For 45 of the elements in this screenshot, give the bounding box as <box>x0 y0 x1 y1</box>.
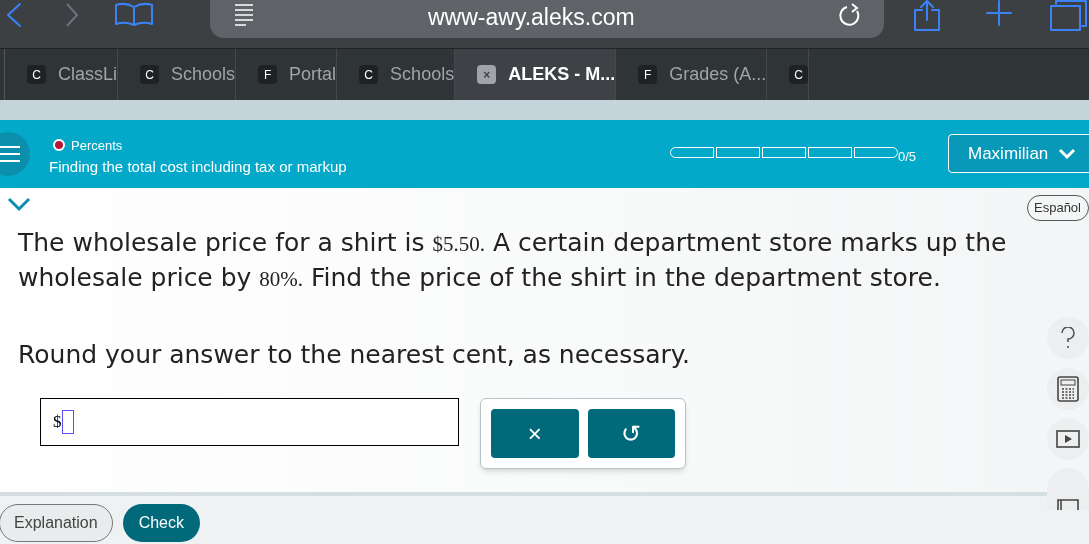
url-text: www-awy.aleks.com <box>428 3 635 32</box>
chevron-down-icon <box>1058 147 1077 160</box>
chevron-down-icon[interactable] <box>6 196 32 212</box>
favicon: C <box>359 65 379 84</box>
question-text: The wholesale price for a shirt is $5.50. A certain department store marks up the wholesale price by 80%. Find the price of the shirt in the department store. <box>18 227 1008 294</box>
favicon: C <box>140 65 160 84</box>
forward-icon[interactable] <box>64 2 80 28</box>
share-icon[interactable] <box>912 0 942 32</box>
book-icon <box>1056 498 1080 510</box>
favicon: C <box>27 65 46 84</box>
question-mark-icon <box>1060 327 1076 349</box>
tab-title: ClassLi <box>58 63 118 86</box>
glossary-button[interactable] <box>1047 468 1089 510</box>
favicon: × <box>477 65 497 84</box>
address-bar[interactable] <box>210 0 884 38</box>
back-icon[interactable] <box>4 2 24 28</box>
tab-title: Grades (A... <box>669 63 767 86</box>
explanation-button[interactable]: Explanation <box>0 504 113 542</box>
dollar-sign: $ <box>53 411 62 434</box>
tab-title: ALEKS - M... <box>508 63 616 86</box>
browser-tab[interactable]: × ALEKS - M... <box>455 49 617 100</box>
clear-button[interactable]: × <box>491 409 579 458</box>
topic-label: Percents <box>71 137 123 155</box>
favicon: C <box>789 65 809 84</box>
reader-icon[interactable] <box>232 2 256 26</box>
instruction-text: Round your answer to the nearest cent, as necessary. <box>18 339 691 371</box>
calculator-icon <box>1057 376 1079 402</box>
check-button[interactable]: Check <box>122 504 200 542</box>
video-button[interactable] <box>1047 418 1089 460</box>
topic-title: Finding the total cost including tax or markup <box>49 157 347 177</box>
tab-title: Schools <box>171 63 236 86</box>
favicon: F <box>638 65 658 84</box>
plus-icon[interactable] <box>986 0 1012 26</box>
help-button[interactable] <box>1047 317 1089 359</box>
calculator-button[interactable] <box>1047 368 1089 410</box>
reload-icon[interactable] <box>838 2 862 28</box>
favicon: F <box>258 65 278 84</box>
tab-title: Schools <box>390 63 455 86</box>
book-icon[interactable] <box>114 2 154 26</box>
tabs-icon[interactable] <box>1048 0 1089 32</box>
answer-field[interactable]: $ <box>40 398 459 446</box>
play-icon <box>1056 430 1080 448</box>
tab-title: Portal <box>289 63 337 86</box>
undo-button[interactable]: ↺ <box>587 409 675 458</box>
progress-reading: 0/5 <box>898 148 917 166</box>
